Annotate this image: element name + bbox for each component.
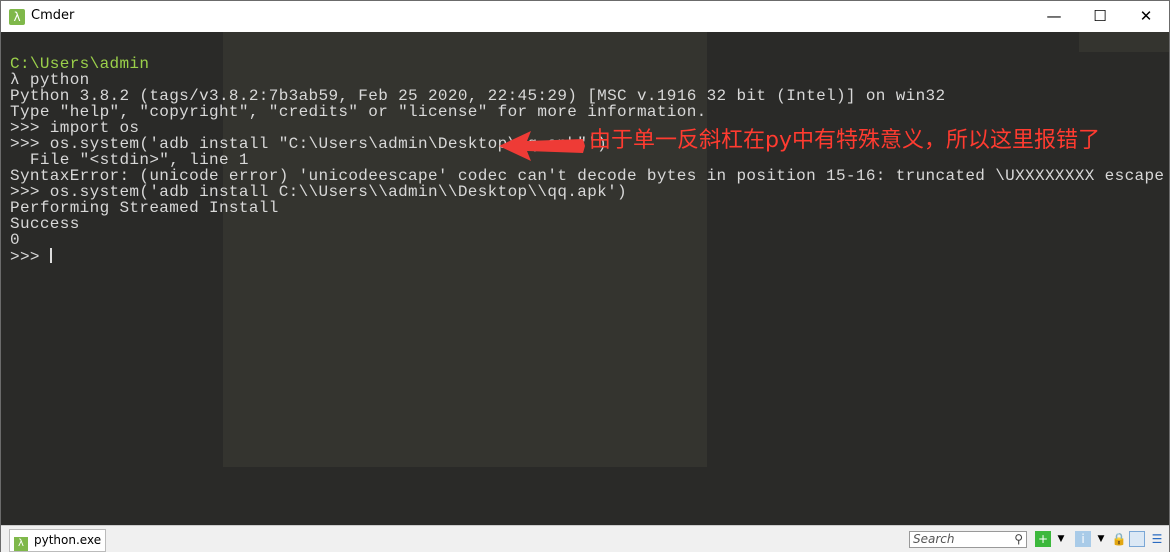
- cmder-lambda-icon: λ: [9, 9, 25, 25]
- terminal-line: SyntaxError: (unicode error) 'unicodeesc…: [10, 167, 1165, 185]
- prompt-line[interactable]: >>>: [10, 248, 1164, 265]
- minimize-button[interactable]: —: [1031, 1, 1077, 32]
- annotation-text: 由于单一反斜杠在py中有特殊意义，所以这里报错了: [589, 128, 1100, 153]
- maximize-button[interactable]: ☐: [1077, 1, 1123, 32]
- terminal-line: Success: [10, 215, 80, 233]
- magnifier-icon[interactable]: ⚲: [1014, 532, 1023, 547]
- title-bar: λ Cmder — ☐ ✕: [1, 1, 1169, 32]
- red-arrow-icon: [499, 131, 585, 161]
- split-view-icon[interactable]: [1129, 531, 1145, 547]
- terminal-line: λ python: [10, 71, 90, 89]
- search-placeholder: Search: [913, 532, 955, 546]
- status-bar: λ python.exe Search ⚲ + ▼ i ▼ 🔒 ☰: [1, 525, 1169, 552]
- window-title: Cmder: [31, 8, 75, 23]
- terminal-console[interactable]: C:\Users\admin λ python Python 3.8.2 (tags…: [1, 32, 1169, 525]
- cmder-window: λ Cmder — ☐ ✕ C:\Users\admin λ python Pyth…: [0, 0, 1170, 552]
- chevron-down-icon[interactable]: ▼: [1053, 531, 1069, 547]
- new-console-icon[interactable]: +: [1035, 531, 1051, 547]
- chevron-down-icon[interactable]: ▼: [1093, 531, 1109, 547]
- terminal-line: 0: [10, 231, 20, 249]
- lock-icon[interactable]: 🔒: [1111, 531, 1127, 547]
- lambda-icon: λ: [14, 537, 28, 551]
- info-icon[interactable]: i: [1075, 531, 1091, 547]
- terminal-line: File "<stdin>", line 1: [10, 151, 249, 169]
- terminal-line: Python 3.8.2 (tags/v3.8.2:7b3ab59, Feb 2…: [10, 87, 946, 105]
- close-button[interactable]: ✕: [1123, 1, 1169, 32]
- text-cursor: [49, 248, 52, 263]
- terminal-line: Type "help", "copyright", "credits" or "…: [10, 103, 707, 121]
- terminal-output: C:\Users\admin λ python Python 3.8.2 (tags…: [10, 56, 1164, 265]
- background-window-ghost: [1079, 32, 1169, 52]
- search-input[interactable]: Search ⚲: [909, 531, 1027, 548]
- tab-python-exe[interactable]: λ python.exe: [9, 529, 106, 552]
- cwd-line: C:\Users\admin: [10, 55, 150, 73]
- terminal-line: >>> os.system('adb install C:\\Users\\ad…: [10, 183, 627, 201]
- prompt: >>>: [10, 248, 50, 266]
- terminal-line: Performing Streamed Install: [10, 199, 279, 217]
- menu-icon[interactable]: ☰: [1149, 531, 1165, 547]
- tab-label: python.exe: [34, 533, 102, 547]
